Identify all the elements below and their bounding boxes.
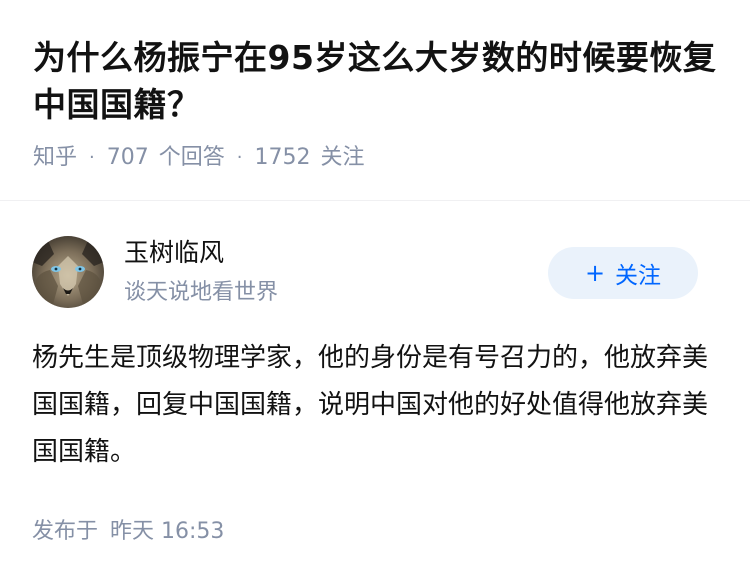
author-bio: 谈天说地看世界 [124,280,279,305]
meta-separator: · [236,147,243,168]
question-header: 为什么杨振宁在95岁这么大岁数的时候要恢复中国国籍？ 知乎 · 707 个回答 … [33,34,723,173]
answer-page: 为什么杨振宁在95岁这么大岁数的时候要恢复中国国籍？ 知乎 · 707 个回答 … [0,0,750,586]
follower-count-label: 关注 [320,145,365,170]
follow-button-label: 关注 [615,263,662,289]
publish-label: 发布于 [32,519,99,544]
author-name[interactable]: 玉树临风 [124,236,278,270]
publish-timestamp: 昨天 16:53 [110,519,225,544]
divider [0,200,750,201]
question-title[interactable]: 为什么杨振宁在95岁这么大岁数的时候要恢复中国国籍？ [33,34,723,128]
source-label[interactable]: 知乎 [33,143,77,173]
plus-icon: + [584,259,606,287]
wolf-avatar-icon [32,236,104,308]
answer-content: 杨先生是顶级物理学家，他的身份是有号召力的，他放弃美国国籍，回复中国国籍，说明中… [32,343,709,467]
publish-time: 发布于 昨天 16:53 [32,516,224,548]
question-meta: 知乎 · 707 个回答 · 1752 关注 [33,143,723,173]
answer-count: 707 [106,145,149,170]
avatar[interactable] [32,236,104,308]
follow-button[interactable]: + 关注 [548,247,698,299]
meta-separator: · [89,147,95,168]
author-info: 玉树临风 谈天说地看世界 [124,236,278,309]
author-row: 玉树临风 谈天说地看世界 + 关注 [32,236,698,308]
answer-count-label[interactable]: 个回答 [159,143,225,173]
follower-count: 1752 [254,145,311,170]
